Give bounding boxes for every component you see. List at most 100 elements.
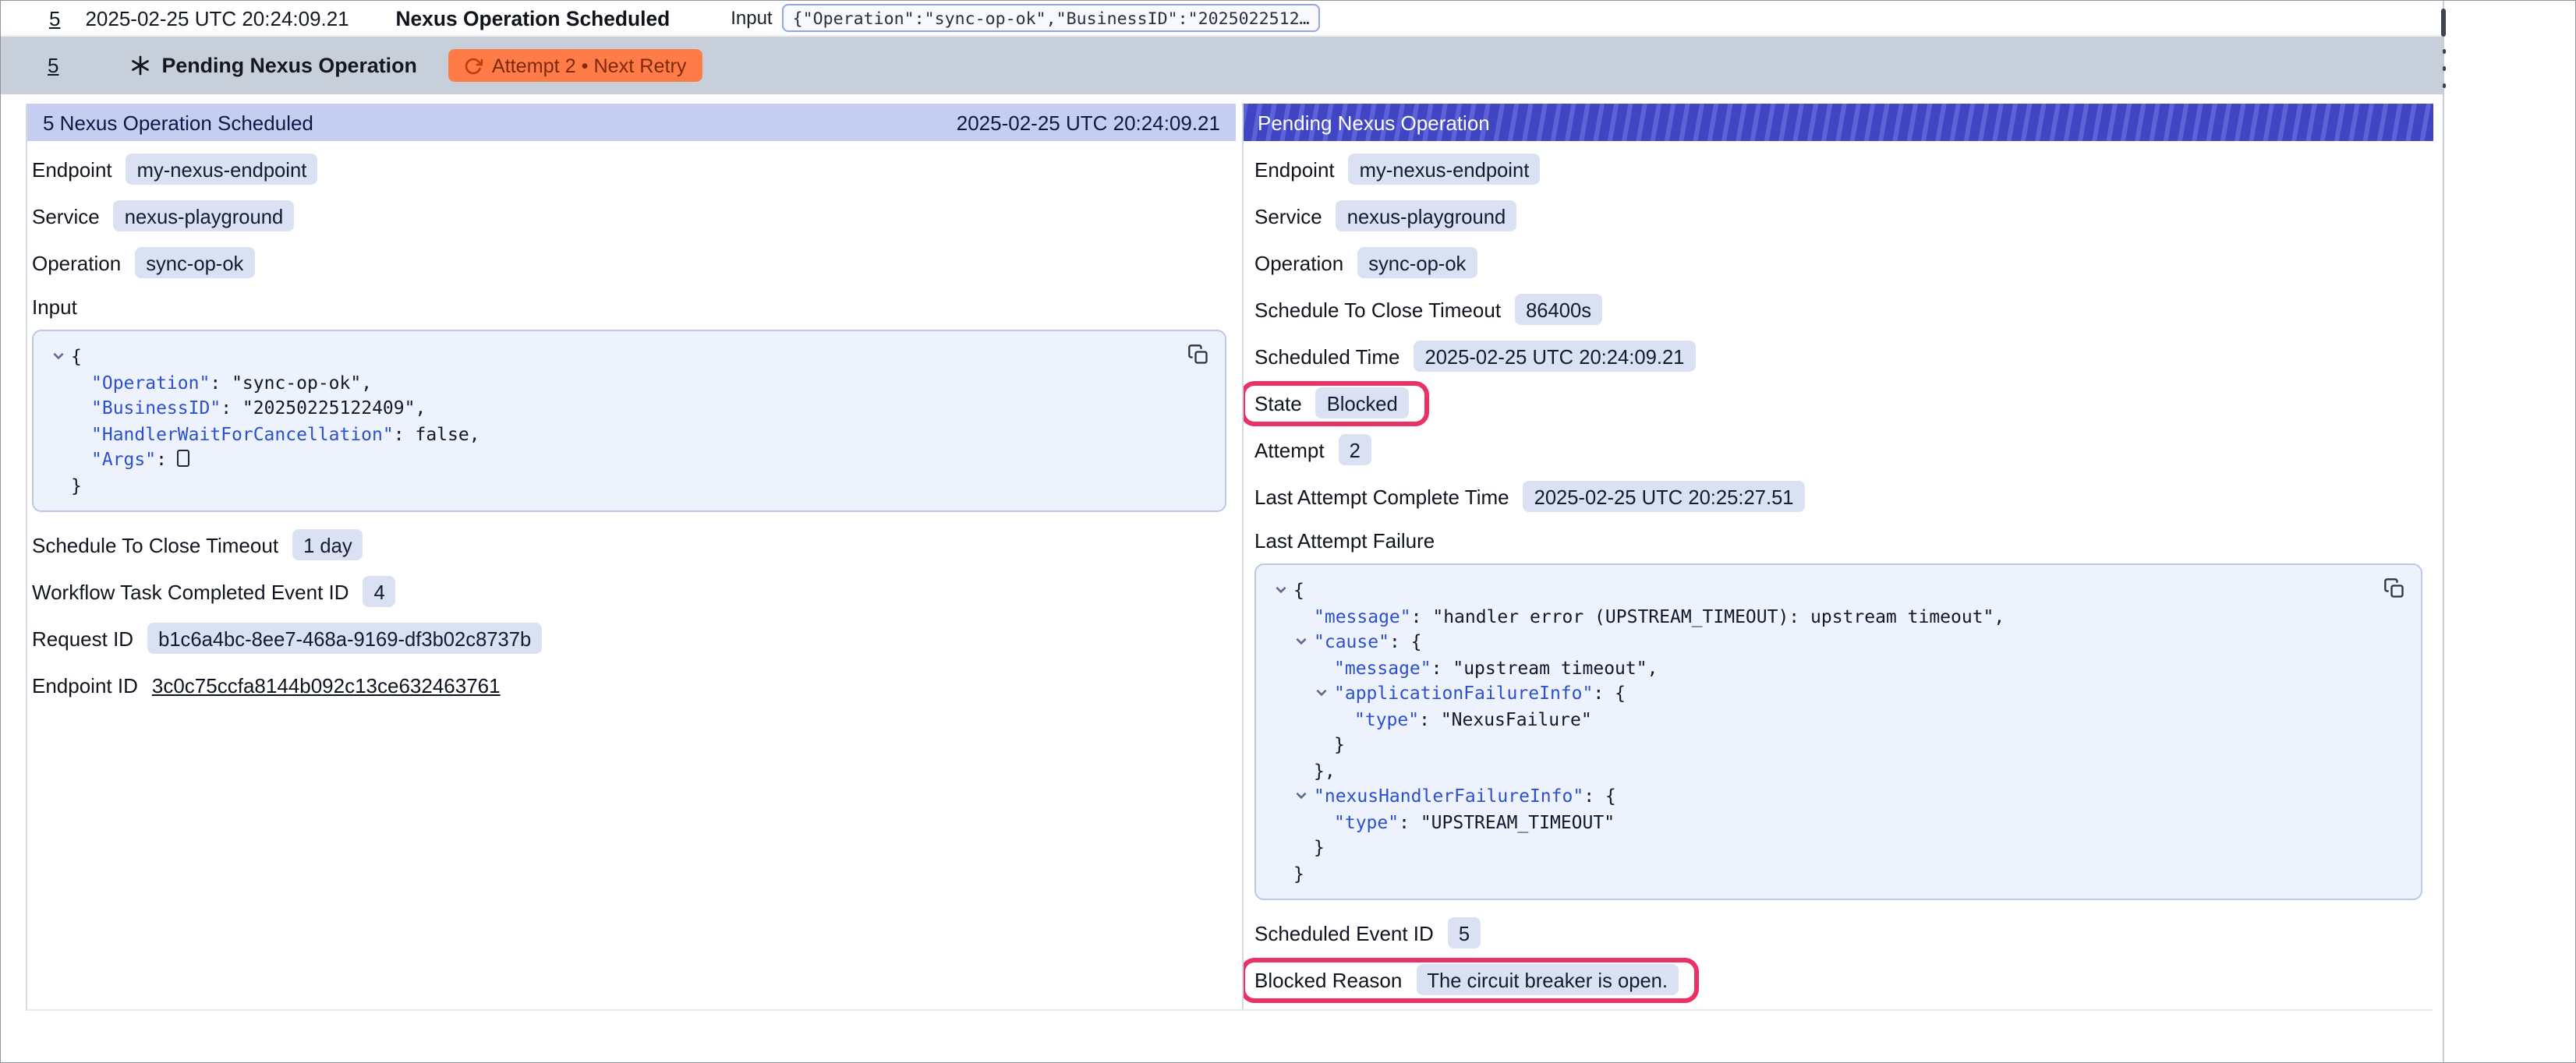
content-right-divider <box>2443 1 2444 1063</box>
field-label: Scheduled Event ID <box>1254 921 1434 945</box>
annotation-highlight: Blocked ReasonThe circuit breaker is ope… <box>1244 957 1699 1002</box>
json-key: "HandlerWaitForCancellation" <box>91 422 394 444</box>
json-token: }, <box>1314 759 1336 781</box>
event-title: Nexus Operation Scheduled <box>395 6 670 30</box>
field-row: Scheduled Event ID 5 <box>1254 909 2418 956</box>
field-value-badge: my-nexus-endpoint <box>126 154 318 185</box>
json-token: : <box>1419 708 1441 729</box>
input-section-label: Input <box>32 286 1226 327</box>
field-value-badge: b1c6a4bc-8ee7-468a-9169-df3b02c8737b <box>147 623 542 654</box>
json-token: : <box>1593 682 1615 704</box>
field-value-badge: nexus-playground <box>1336 200 1516 231</box>
json-key: "cause" <box>1314 630 1389 652</box>
json-key: "message" <box>1334 656 1431 678</box>
field-row: Servicenexus-playground <box>32 192 1226 239</box>
input-json-viewer: {"Operation": "sync-op-ok","BusinessID":… <box>32 330 1226 512</box>
scrollbar-thumb[interactable] <box>2441 9 2446 37</box>
field-value-badge: sync-op-ok <box>135 247 254 278</box>
json-key: "applicationFailureInfo" <box>1334 682 1593 704</box>
field-label: Scheduled Time <box>1254 344 1399 368</box>
field-row: Operation sync-op-ok <box>32 239 1226 286</box>
scheduled-panel-header: 5 Nexus Operation Scheduled 2025-02-25 U… <box>27 104 1236 141</box>
event-row-scheduled[interactable]: 5 2025-02-25 UTC 20:24:09.21 Nexus Opera… <box>1 1 2443 37</box>
json-line: "cause": { <box>1272 629 2405 655</box>
field-label: Operation <box>32 251 121 274</box>
field-value-badge: 5 <box>1448 917 1481 948</box>
event-id-link[interactable]: 5 <box>49 6 60 30</box>
field-value-link[interactable]: 3c0c75ccfa8144b092c13ce632463761 <box>152 673 501 697</box>
annotation-highlight: StateBlocked <box>1244 380 1429 426</box>
json-token: { <box>1411 630 1422 652</box>
collapse-chevron-icon[interactable] <box>1272 680 1334 706</box>
pending-detail-panel: Pending Nexus Operation Endpointmy-nexus… <box>1244 104 2433 1009</box>
json-key: "BusinessID" <box>91 397 221 418</box>
json-line: "type": "NexusFailure" <box>1272 706 2405 732</box>
field-label: Service <box>32 204 100 228</box>
json-line: } <box>1272 835 2405 860</box>
field-label: Endpoint ID <box>32 673 138 697</box>
pending-event-title: Pending Nexus Operation <box>161 54 416 77</box>
pending-asterisk-icon <box>130 55 150 76</box>
json-line: "message": "handler error (UPSTREAM_TIME… <box>1272 603 2405 629</box>
field-row: Endpoint ID 3c0c75ccfa8144b092c13ce632463… <box>32 662 1226 708</box>
pending-panel-title: Pending Nexus Operation <box>1258 111 1490 134</box>
json-line: "message": "upstream timeout", <box>1272 655 2405 680</box>
empty-array-icon <box>178 450 190 467</box>
json-token: : <box>210 371 232 393</box>
field-row: Request ID b1c6a4bc-8ee7-468a-9169-df3b02… <box>32 615 1226 662</box>
field-row: Blocked ReasonThe circuit breaker is ope… <box>1254 956 2418 1003</box>
json-token: "UPSTREAM_TIMEOUT" <box>1421 810 1615 832</box>
field-value-badge: 86400s <box>1515 294 1602 325</box>
json-token: : <box>394 422 416 444</box>
field-label: Endpoint <box>32 157 112 181</box>
json-token: } <box>1293 862 1304 884</box>
collapse-chevron-icon[interactable] <box>1272 783 1314 809</box>
retry-icon <box>464 56 483 75</box>
screenshot-root: 5 2025-02-25 UTC 20:24:09.21 Nexus Opera… <box>0 0 2576 1063</box>
field-row: Last Attempt Complete Time2025-02-25 UTC… <box>1254 473 2418 520</box>
field-row: Attempt2 <box>1254 426 2418 473</box>
field-value-badge: sync-op-ok <box>1357 247 1477 278</box>
json-token: } <box>1334 733 1345 755</box>
json-line: "applicationFailureInfo": { <box>1272 680 2405 706</box>
json-line: } <box>1272 732 2405 758</box>
json-token: "sync-op-ok", <box>232 371 372 393</box>
field-label: Workflow Task Completed Event ID <box>32 580 349 603</box>
field-label: Schedule To Close Timeout <box>32 533 278 556</box>
json-token: { <box>1605 785 1616 807</box>
event-row-pending[interactable]: 5 Pending Nexus Operation Attempt 2 • Ne… <box>1 37 2443 94</box>
copy-button[interactable] <box>2383 577 2405 599</box>
scheduled-panel-time: 2025-02-25 UTC 20:24:09.21 <box>957 111 1220 134</box>
input-preview-chip[interactable]: {"Operation":"sync-op-ok","BusinessID":"… <box>782 4 1321 32</box>
collapse-chevron-icon[interactable] <box>49 344 71 369</box>
field-row: Endpointmy-nexus-endpoint <box>1254 146 2418 192</box>
json-token: "20250225122409", <box>242 397 426 418</box>
field-row: Schedule To Close Timeout86400s <box>1254 286 2418 333</box>
collapse-chevron-icon[interactable] <box>1272 629 1314 655</box>
field-row: Workflow Task Completed Event ID4 <box>32 568 1226 615</box>
json-token: { <box>71 345 82 367</box>
json-key: "Operation" <box>91 371 210 393</box>
json-key: "Args" <box>91 448 156 470</box>
field-row: Servicenexus-playground <box>1254 192 2418 239</box>
copy-button[interactable] <box>1187 344 1209 366</box>
json-token: : <box>156 448 178 470</box>
field-label: Endpoint <box>1254 157 1335 181</box>
collapse-chevron-icon[interactable] <box>1272 577 1293 603</box>
scheduled-detail-panel: 5 Nexus Operation Scheduled 2025-02-25 U… <box>27 104 1244 1009</box>
json-line: } <box>1272 860 2405 886</box>
field-label: Request ID <box>32 627 133 650</box>
failure-section-label: Last Attempt Failure <box>1254 520 2418 560</box>
json-token: "NexusFailure" <box>1441 708 1592 729</box>
json-token: : <box>221 397 242 418</box>
event-id-link[interactable]: 5 <box>48 54 58 77</box>
field-value-badge: 2025-02-25 UTC 20:24:09.21 <box>1414 341 1695 372</box>
json-key: "type" <box>1354 708 1419 729</box>
copy-icon <box>1187 344 1209 366</box>
field-label: Operation <box>1254 251 1343 274</box>
json-line: "BusinessID": "20250225122409", <box>49 395 1209 421</box>
json-token: : <box>1583 785 1605 807</box>
json-line: "type": "UPSTREAM_TIMEOUT" <box>1272 809 2405 835</box>
field-row: Scheduled Time 2025-02-25 UTC 20:24:09.21 <box>1254 333 2418 380</box>
scheduled-panel-title: 5 Nexus Operation Scheduled <box>43 111 313 134</box>
